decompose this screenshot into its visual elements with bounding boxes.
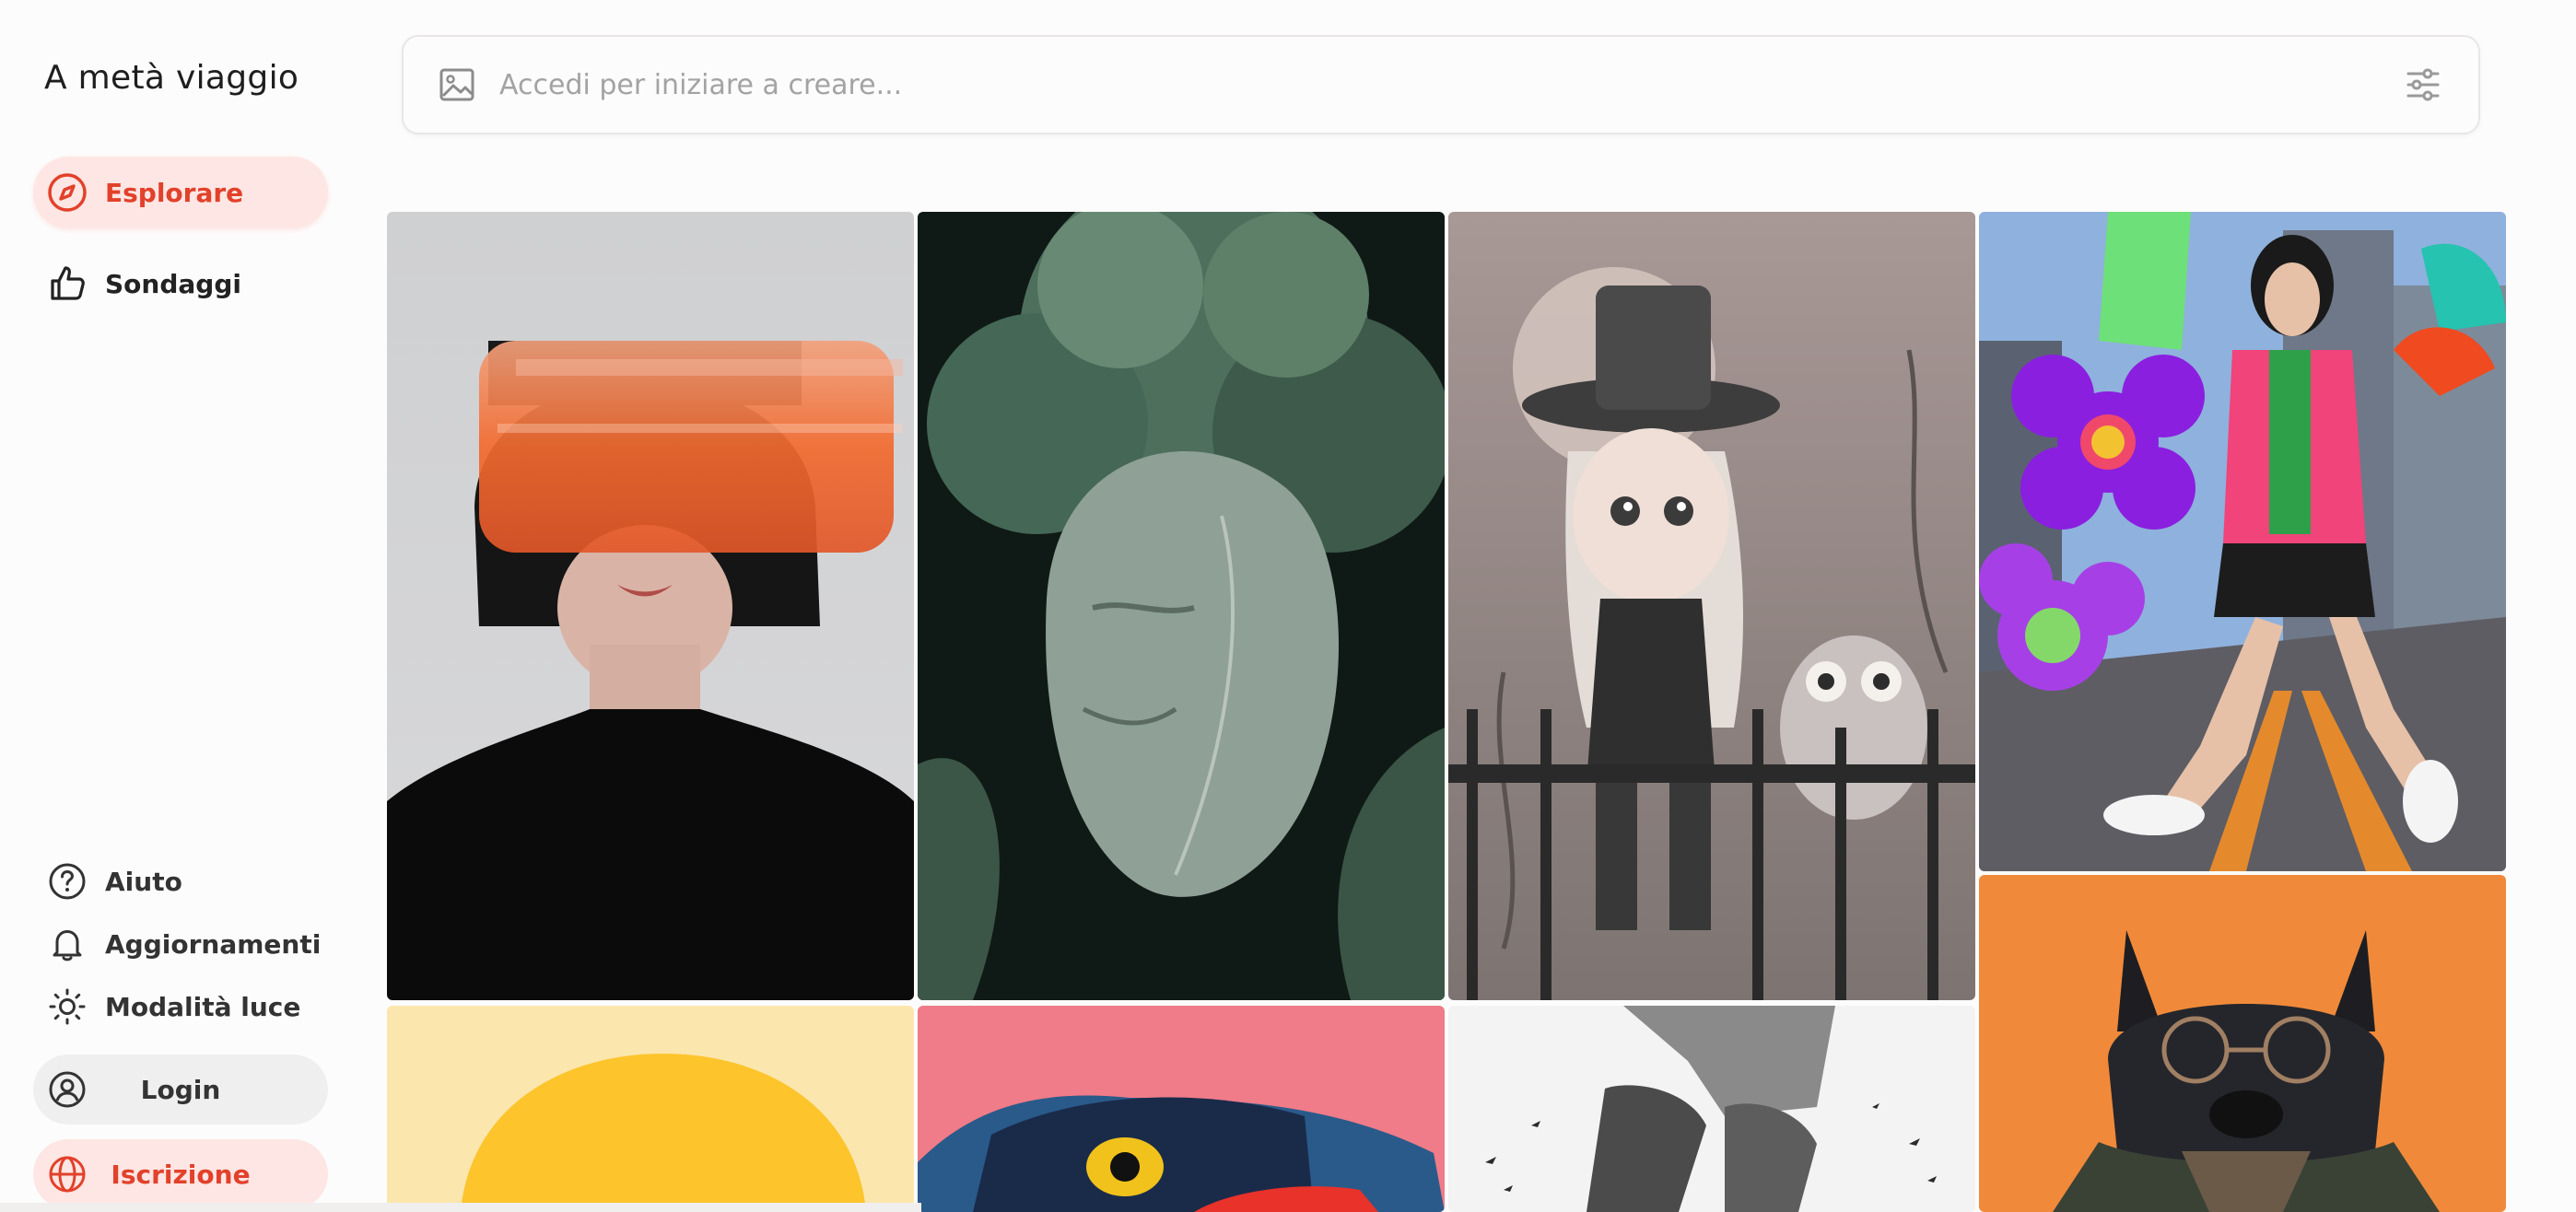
thumbs-up-icon xyxy=(46,262,88,305)
nav-item-explore[interactable]: Esplorare xyxy=(33,157,328,228)
compass-icon xyxy=(46,171,88,214)
gallery-image-black-dog-glasses[interactable] xyxy=(1979,875,2506,1212)
gallery-image-yellow-sun[interactable] xyxy=(387,1006,914,1212)
help-label: Aiuto xyxy=(105,866,182,897)
sidebar: A metà viaggio Esplorare Sondaggi Aiuto … xyxy=(0,0,369,1212)
settings-sliders-icon[interactable] xyxy=(2403,64,2443,105)
globe-icon xyxy=(46,1153,88,1195)
nav-item-label: Sondaggi xyxy=(105,268,241,299)
help-link[interactable]: Aiuto xyxy=(33,854,328,909)
gallery-image-woman-orange-blur[interactable] xyxy=(387,212,914,1000)
brand-title[interactable]: A metà viaggio xyxy=(44,59,299,97)
signup-button[interactable]: Iscrizione xyxy=(33,1139,328,1209)
gallery-image-panther-pink[interactable] xyxy=(918,1006,1445,1212)
scroll-shadow xyxy=(0,1203,921,1212)
prompt-bar[interactable]: Accedi per iniziare a creare... xyxy=(402,35,2480,134)
updates-label: Aggiornamenti xyxy=(105,928,322,960)
light-mode-toggle[interactable]: Modalità luce xyxy=(33,979,328,1034)
image-icon[interactable] xyxy=(437,64,477,105)
gallery-image-woman-pink-blazer-street[interactable] xyxy=(1979,212,2506,871)
sun-icon xyxy=(46,985,88,1028)
bell-icon xyxy=(46,923,88,965)
gallery-image-boots-walking-bw[interactable] xyxy=(1448,1006,1975,1212)
nav-item-label: Esplorare xyxy=(105,177,244,208)
prompt-placeholder: Accedi per iniziare a creare... xyxy=(499,68,903,101)
gallery-image-girl-top-hat-owl[interactable] xyxy=(1448,212,1975,1000)
help-circle-icon xyxy=(46,860,88,903)
light-mode-label: Modalità luce xyxy=(105,991,301,1022)
updates-link[interactable]: Aggiornamenti xyxy=(33,916,328,972)
gallery-image-cabbage-face-sculpture[interactable] xyxy=(918,212,1445,1000)
nav-item-polls[interactable]: Sondaggi xyxy=(33,248,328,320)
login-button[interactable]: Login xyxy=(33,1055,328,1125)
user-circle-icon xyxy=(46,1068,88,1111)
